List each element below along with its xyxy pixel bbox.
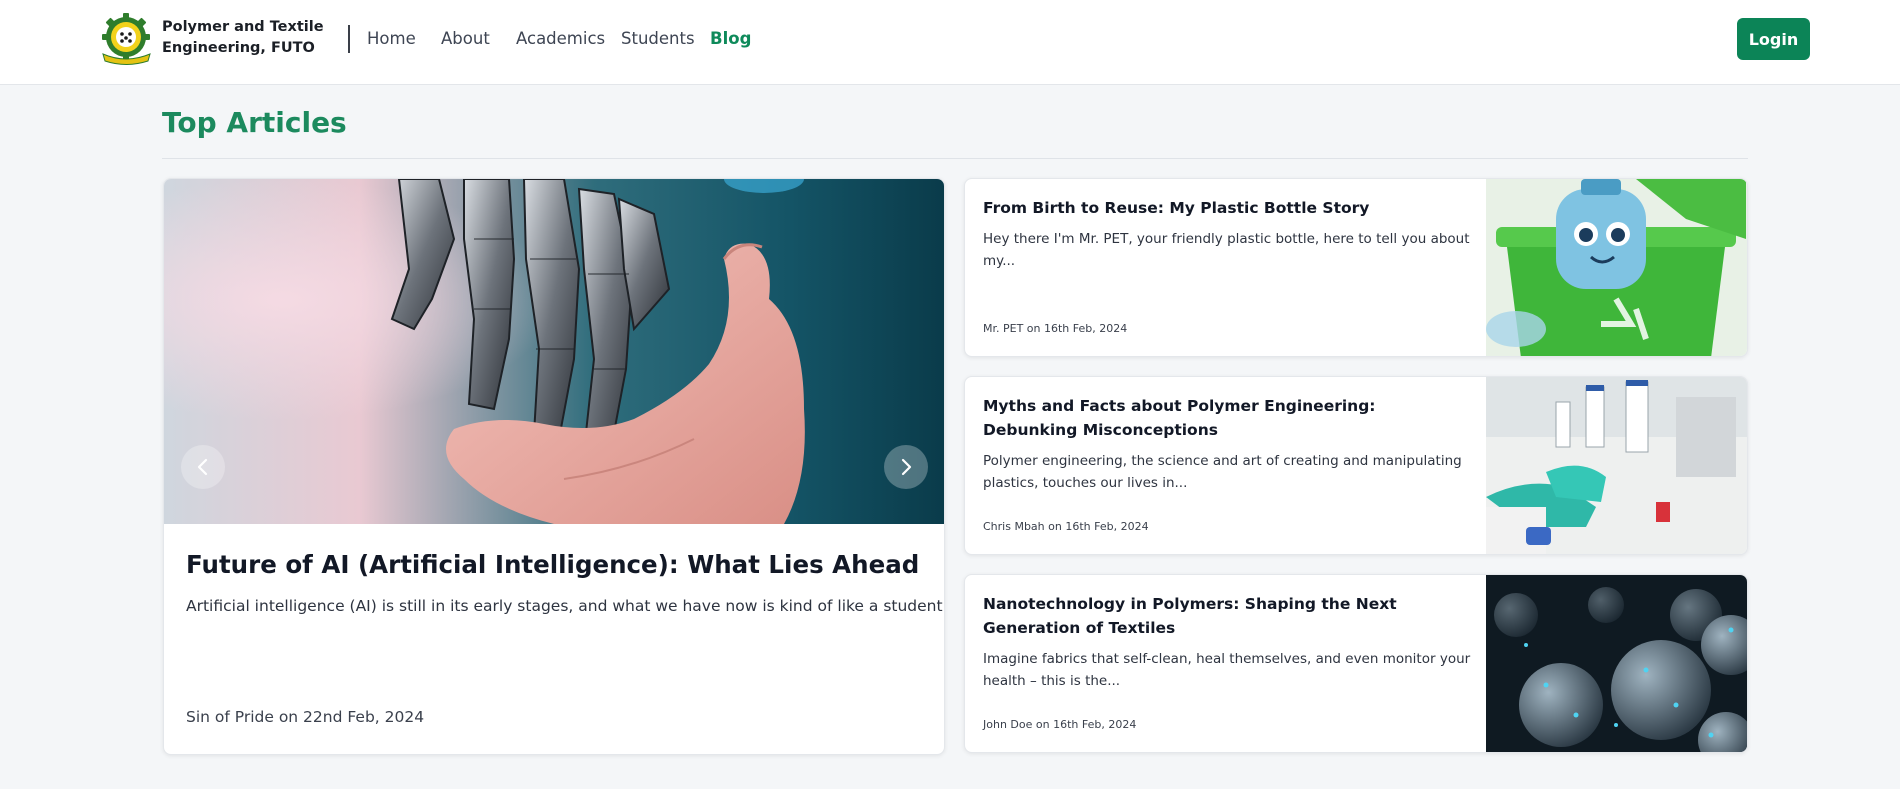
carousel-next-button[interactable] — [884, 445, 928, 489]
article-card[interactable]: From Birth to Reuse: My Plastic Bottle S… — [964, 178, 1748, 357]
login-button[interactable]: Login — [1737, 18, 1810, 60]
polymer-lab-image — [1486, 377, 1747, 554]
article-excerpt: Hey there I'm Mr. PET, your friendly pla… — [983, 231, 1470, 269]
article-excerpt: Imagine fabrics that self-clean, heal th… — [983, 651, 1471, 689]
article-meta: Chris Mbah on 16th Feb, 2024 — [983, 520, 1149, 533]
article-meta: John Doe on 16th Feb, 2024 — [983, 718, 1137, 731]
nav-academics-link[interactable]: Academics — [516, 29, 605, 48]
article-card[interactable]: Myths and Facts about Polymer Engineerin… — [964, 376, 1748, 555]
featured-robot-hand-image — [164, 179, 944, 524]
futo-logo-icon[interactable] — [99, 12, 154, 66]
chevron-left-icon — [197, 458, 208, 476]
brand-name-line2: Engineering, FUTO — [162, 40, 315, 56]
featured-article-card[interactable]: Future of AI (Artificial Intelligence): … — [163, 178, 945, 755]
featured-article-meta: Sin of Pride on 22nd Feb, 2024 — [186, 708, 425, 726]
chevron-right-icon — [901, 458, 912, 476]
article-excerpt: Polymer engineering, the science and art… — [983, 453, 1462, 491]
section-divider — [162, 158, 1748, 159]
nanotechnology-spheres-image — [1486, 575, 1747, 752]
brand-name[interactable]: Polymer and Textile Engineering, FUTO — [162, 17, 342, 59]
nav-divider — [348, 25, 350, 53]
featured-article-excerpt: Artificial intelligence (AI) is still in… — [186, 597, 945, 615]
section-title: Top Articles — [162, 106, 347, 139]
site-header: Polymer and Textile Engineering, FUTO Ho… — [0, 0, 1900, 85]
article-title[interactable]: Nanotechnology in Polymers: Shaping the … — [983, 592, 1473, 640]
plastic-bottle-recycling-image — [1486, 179, 1747, 356]
brand-name-line1: Polymer and Textile — [162, 19, 324, 35]
featured-article-title[interactable]: Future of AI (Artificial Intelligence): … — [186, 550, 926, 579]
article-meta: Mr. PET on 16th Feb, 2024 — [983, 322, 1128, 335]
nav-students-link[interactable]: Students — [621, 29, 695, 48]
carousel-prev-button[interactable] — [181, 445, 225, 489]
nav-about-link[interactable]: About — [441, 29, 490, 48]
article-title[interactable]: Myths and Facts about Polymer Engineerin… — [983, 394, 1473, 442]
nav-blog-link[interactable]: Blog — [710, 29, 751, 48]
article-title[interactable]: From Birth to Reuse: My Plastic Bottle S… — [983, 196, 1473, 220]
nav-home-link[interactable]: Home — [367, 29, 416, 48]
article-card[interactable]: Nanotechnology in Polymers: Shaping the … — [964, 574, 1748, 753]
